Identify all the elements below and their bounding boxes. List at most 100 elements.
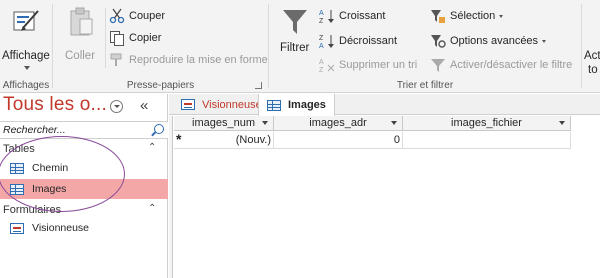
toggle-filter-icon — [431, 59, 445, 72]
svg-text:Z: Z — [319, 67, 324, 73]
sort-descending-label: Décroissant — [339, 35, 398, 47]
svg-text:A: A — [319, 59, 324, 66]
group-clipboard: Coller Couper Copier Reproduire la mise … — [53, 0, 268, 93]
column-header-images-fichier[interactable]: images_fichier — [403, 116, 571, 131]
paste-button-label: Coller — [65, 50, 96, 62]
chevron-up-icon: ⌃ — [148, 142, 157, 153]
group-label-sort-filter: Trier et filtrer — [396, 80, 454, 91]
chevron-down-icon[interactable] — [262, 121, 268, 125]
view-button[interactable]: Affichage — [2, 6, 50, 70]
advanced-filter-icon — [431, 35, 446, 48]
column-header-label: images_adr — [309, 117, 367, 129]
nav-section-tables[interactable]: Tables ⌃ — [0, 142, 168, 158]
cell-value: 0 — [393, 134, 400, 146]
form-icon — [10, 222, 24, 234]
advanced-options-button[interactable]: Options avancées — [430, 33, 547, 49]
selection-filter-icon — [431, 10, 445, 23]
datasheet: images_num images_adr images_fichier * (… — [169, 116, 600, 278]
paste-icon — [70, 7, 93, 36]
sort-descending-button[interactable]: Z A Décroissant — [319, 33, 397, 49]
nav-section-formulaires[interactable]: Formulaires ⌃ — [0, 203, 168, 219]
nav-title[interactable]: Tous les o... — [3, 94, 107, 116]
dialog-launcher-icon[interactable] — [255, 82, 262, 89]
chevron-down-icon[interactable] — [559, 121, 565, 125]
remove-sort-button[interactable]: A Z Supprimer un tri — [319, 57, 417, 73]
cut-button[interactable]: Couper — [109, 8, 165, 24]
nav-section-label: Formulaires — [3, 204, 62, 216]
cell-images-adr[interactable]: 0 — [274, 132, 403, 149]
funnel-icon — [283, 10, 307, 34]
table-icon — [10, 183, 24, 195]
paste-button[interactable]: Coller — [63, 6, 99, 66]
group-label-clipboard: Presse-papiers — [126, 80, 195, 91]
column-header-label: images_num — [192, 117, 255, 129]
search-icon[interactable] — [154, 124, 164, 134]
advanced-options-label: Options avancées — [450, 35, 539, 47]
remove-sort-label: Supprimer un tri — [339, 59, 418, 71]
sort-ascending-button[interactable]: A Z Croissant — [319, 8, 385, 24]
nav-menu-dropdown-icon[interactable] — [110, 100, 123, 113]
chevron-down-icon[interactable] — [391, 121, 397, 125]
sort-descending-icon: Z A — [319, 35, 334, 49]
collapse-pane-icon[interactable]: « — [140, 97, 148, 114]
nav-search-input[interactable] — [0, 122, 140, 138]
nav-search — [0, 121, 168, 139]
cut-off-label-1: Act — [584, 50, 600, 62]
selection-button[interactable]: Sélection — [430, 8, 504, 24]
filter-button-label: Filtrer — [280, 42, 310, 54]
table-icon — [10, 162, 24, 174]
chevron-up-icon: ⌃ — [148, 203, 157, 214]
group-sort-filter: Filtrer A Z Croissant Z A Décroissant A — [269, 0, 581, 93]
table-icon — [267, 99, 281, 111]
cell-value: (Nouv.) — [235, 134, 271, 146]
ribbon: Affichage Affichages Coller Couper Copie… — [0, 0, 600, 93]
nav-item-chemin[interactable]: Chemin — [0, 158, 168, 178]
form-icon — [181, 99, 195, 110]
tab-visionneuse[interactable]: Visionneuse — [173, 94, 271, 115]
chevron-down-icon — [499, 14, 504, 18]
column-header-label: images_fichier — [451, 117, 522, 129]
filter-button[interactable]: Filtrer — [277, 6, 313, 66]
toggle-filter-label: Activer/désactiver le filtre — [450, 59, 573, 71]
nav-header: Tous les o... « — [0, 94, 168, 120]
ribbon-divider — [581, 4, 582, 88]
group-label-affichages: Affichages — [2, 80, 50, 91]
format-painter-label: Reproduire la mise en forme — [129, 54, 268, 66]
scissors-icon — [109, 8, 125, 24]
remove-sort-icon: A Z — [319, 59, 335, 73]
tab-images[interactable]: Images — [258, 94, 335, 116]
svg-text:Z: Z — [319, 18, 324, 24]
tab-label: Images — [288, 99, 326, 111]
document-tabs: Visionneuse Images — [169, 94, 600, 116]
format-painter-icon — [110, 53, 122, 66]
column-header-images-adr[interactable]: images_adr — [274, 116, 403, 131]
sort-ascending-icon: A Z — [319, 10, 334, 24]
nav-item-visionneuse[interactable]: Visionneuse — [0, 218, 168, 238]
copy-icon — [110, 31, 124, 46]
navigation-pane: Tous les o... « Tables ⌃ Chemin Images F… — [0, 94, 168, 278]
cell-images-fichier[interactable] — [403, 132, 571, 149]
nav-item-label: Chemin — [32, 162, 69, 174]
record-selector-column[interactable] — [169, 116, 173, 278]
copy-button[interactable]: Copier — [109, 30, 161, 46]
group-affichages: Affichage Affichages — [0, 0, 52, 93]
nav-item-label: Images — [32, 183, 67, 195]
svg-text:A: A — [319, 10, 324, 17]
ribbon-divider — [105, 8, 106, 68]
tab-label: Visionneuse — [202, 98, 262, 111]
toggle-filter-button[interactable]: Activer/désactiver le filtre — [430, 57, 572, 73]
sort-ascending-label: Croissant — [339, 10, 386, 22]
svg-text:Z: Z — [319, 35, 324, 42]
svg-text:A: A — [319, 43, 324, 49]
format-painter-button[interactable]: Reproduire la mise en forme — [109, 52, 268, 68]
nav-item-images[interactable]: Images — [0, 179, 168, 199]
nav-item-label: Visionneuse — [32, 222, 90, 234]
cell-images-num[interactable]: (Nouv.) — [174, 132, 274, 149]
view-design-icon — [13, 10, 39, 31]
cut-button-label: Couper — [129, 10, 166, 22]
chevron-down-icon — [24, 66, 30, 70]
cut-off-label-2: to — [588, 64, 598, 76]
chevron-down-icon — [542, 39, 547, 43]
column-header-images-num[interactable]: images_num — [174, 116, 274, 131]
nav-section-label: Tables — [3, 143, 35, 155]
